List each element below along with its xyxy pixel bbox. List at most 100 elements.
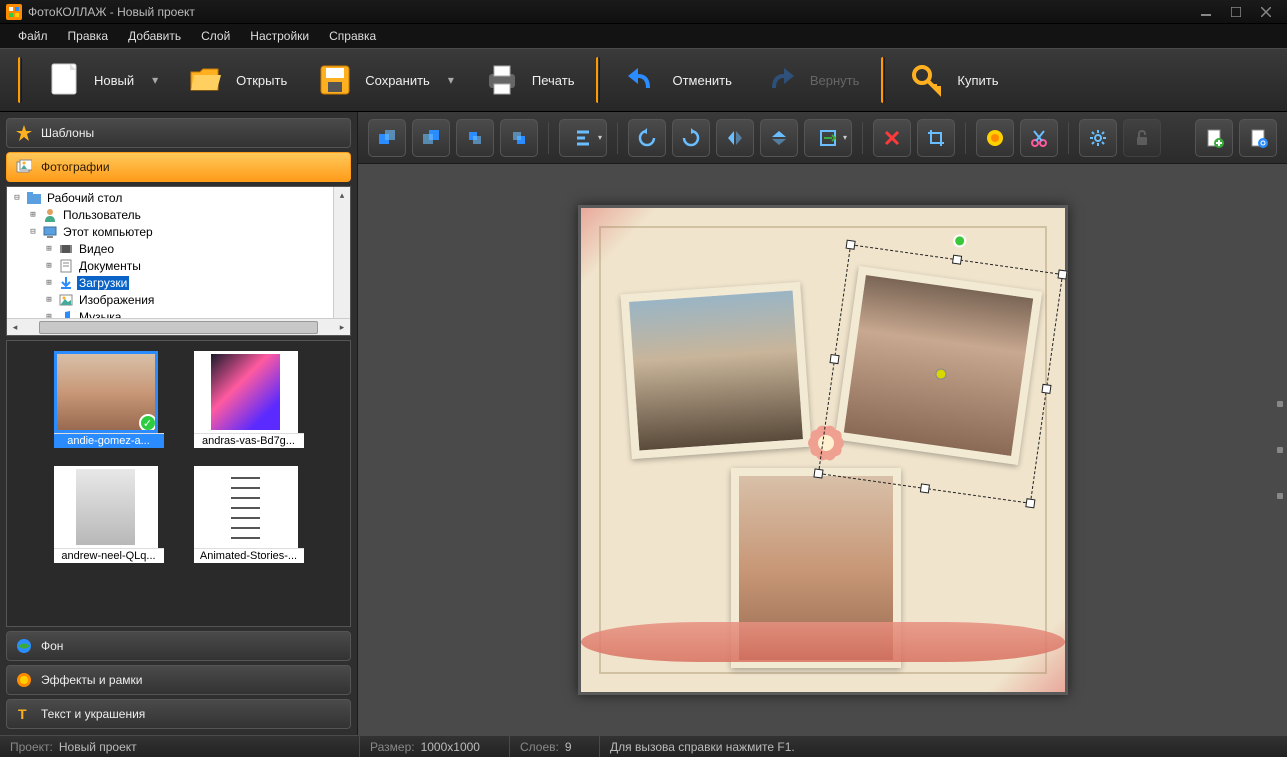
new-button[interactable]: Новый ▾ xyxy=(30,53,172,107)
tree-row-documents[interactable]: ⊞ Документы xyxy=(9,257,348,274)
tree-row-desktop[interactable]: ⊟ Рабочий стол xyxy=(9,189,348,206)
canvas-viewport[interactable] xyxy=(358,164,1287,735)
buy-button[interactable]: Купить xyxy=(893,53,1012,107)
tree-row-computer[interactable]: ⊟ Этот компьютер xyxy=(9,223,348,240)
toolbar-separator xyxy=(881,57,885,103)
right-panel-handles[interactable] xyxy=(1277,401,1283,499)
fit-button[interactable]: ▾ xyxy=(804,119,852,157)
delete-button[interactable] xyxy=(873,119,911,157)
canvas[interactable] xyxy=(578,205,1068,695)
collapse-icon[interactable]: ⊟ xyxy=(11,193,23,203)
globe-icon xyxy=(15,637,33,655)
expand-icon[interactable]: ⊞ xyxy=(43,278,55,288)
settings-button[interactable] xyxy=(1079,119,1117,157)
add-page-button[interactable] xyxy=(1195,119,1233,157)
status-layers: Слоев: 9 xyxy=(510,736,600,757)
redo-button[interactable]: Вернуть xyxy=(746,53,874,107)
maximize-button[interactable] xyxy=(1221,0,1251,23)
user-icon xyxy=(42,208,58,222)
menu-bar: Файл Правка Добавить Слой Настройки Спра… xyxy=(0,24,1287,48)
save-button[interactable]: Сохранить ▾ xyxy=(301,53,468,107)
sidebar: Шаблоны Фотографии ⊟ Рабочий стол ⊞ Поль… xyxy=(0,112,358,735)
flip-horizontal-button[interactable] xyxy=(716,119,754,157)
bring-forward-button[interactable] xyxy=(456,119,494,157)
expand-icon[interactable]: ⊞ xyxy=(43,295,55,305)
collapse-icon[interactable]: ⊟ xyxy=(27,227,39,237)
expand-icon[interactable]: ⊞ xyxy=(43,261,55,271)
toolbar-separator xyxy=(596,57,600,103)
tree-vertical-scrollbar[interactable]: ▴ xyxy=(333,187,350,318)
status-bar: Проект: Новый проект Размер: 1000x1000 С… xyxy=(0,735,1287,757)
flower-decoration xyxy=(786,403,866,483)
tree-horizontal-scrollbar[interactable]: ◂▸ xyxy=(7,318,350,335)
status-hint: Для вызова справки нажмите F1. xyxy=(600,736,1287,757)
thumbnail-image xyxy=(194,466,298,548)
lock-button[interactable] xyxy=(1123,119,1161,157)
accordion-photos[interactable]: Фотографии xyxy=(6,152,351,182)
toolbar-separator xyxy=(1068,122,1069,154)
rotate-left-button[interactable] xyxy=(628,119,666,157)
tree-row-user[interactable]: ⊞ Пользователь xyxy=(9,206,348,223)
thumbnails-panel: ✓ andie-gomez-a... andras-vas-Bd7g... an… xyxy=(6,340,351,627)
minimize-button[interactable] xyxy=(1191,0,1221,23)
canvas-toolbar: ▾ ▾ xyxy=(358,112,1287,164)
close-button[interactable] xyxy=(1251,0,1281,23)
page-settings-button[interactable] xyxy=(1239,119,1277,157)
accordion-text[interactable]: T Текст и украшения xyxy=(6,699,351,729)
thumbnail-item[interactable]: andras-vas-Bd7g... xyxy=(194,351,304,448)
window-title: ФотоКОЛЛАЖ - Новый проект xyxy=(28,5,1191,19)
thumbnail-item[interactable]: ✓ andie-gomez-a... xyxy=(54,351,164,448)
menu-help[interactable]: Справка xyxy=(319,26,386,46)
menu-file[interactable]: Файл xyxy=(8,26,58,46)
status-project: Проект: Новый проект xyxy=(0,736,360,757)
folder-tree[interactable]: ⊟ Рабочий стол ⊞ Пользователь ⊟ Этот ком… xyxy=(6,186,351,336)
cut-button[interactable] xyxy=(1020,119,1058,157)
thumbnail-item[interactable]: Animated-Stories-... xyxy=(194,466,304,563)
app-icon xyxy=(6,4,22,20)
dropdown-arrow-icon: ▾ xyxy=(448,73,454,87)
folder-open-icon xyxy=(186,60,226,100)
thumbnail-item[interactable]: andrew-neel-QLq... xyxy=(54,466,164,563)
undo-button[interactable]: Отменить xyxy=(608,53,745,107)
effects-icon xyxy=(15,671,33,689)
status-size: Размер: 1000x1000 xyxy=(360,736,510,757)
title-bar: ФотоКОЛЛАЖ - Новый проект xyxy=(0,0,1287,24)
photo-frame[interactable] xyxy=(620,281,811,458)
send-backward-button[interactable] xyxy=(500,119,538,157)
accordion-background[interactable]: Фон xyxy=(6,631,351,661)
menu-edit[interactable]: Правка xyxy=(58,26,119,46)
send-back-button[interactable] xyxy=(412,119,450,157)
rotate-right-button[interactable] xyxy=(672,119,710,157)
tree-row-images[interactable]: ⊞ Изображения xyxy=(9,291,348,308)
align-button[interactable]: ▾ xyxy=(559,119,607,157)
accordion-effects[interactable]: Эффекты и рамки xyxy=(6,665,351,695)
ribbon-decoration xyxy=(581,622,1065,662)
video-icon xyxy=(58,242,74,256)
color-button[interactable] xyxy=(976,119,1014,157)
thumbnail-image: ✓ xyxy=(54,351,158,433)
folder-icon xyxy=(26,191,42,205)
tree-row-downloads[interactable]: ⊞ Загрузки xyxy=(9,274,348,291)
expand-icon[interactable]: ⊞ xyxy=(43,244,55,254)
menu-add[interactable]: Добавить xyxy=(118,26,191,46)
expand-icon[interactable]: ⊞ xyxy=(27,210,39,220)
crop-button[interactable] xyxy=(917,119,955,157)
text-icon: T xyxy=(15,705,33,723)
main-toolbar: Новый ▾ Открыть Сохранить ▾ Печать Отмен… xyxy=(0,48,1287,112)
tree-row-video[interactable]: ⊞ Видео xyxy=(9,240,348,257)
print-button[interactable]: Печать xyxy=(468,53,589,107)
menu-layer[interactable]: Слой xyxy=(191,26,240,46)
menu-settings[interactable]: Настройки xyxy=(240,26,319,46)
image-icon xyxy=(58,293,74,307)
open-button[interactable]: Открыть xyxy=(172,53,301,107)
svg-text:T: T xyxy=(18,706,27,722)
bring-front-button[interactable] xyxy=(368,119,406,157)
toolbar-separator xyxy=(18,57,22,103)
undo-icon xyxy=(622,60,662,100)
toolbar-separator xyxy=(862,122,863,154)
flip-vertical-button[interactable] xyxy=(760,119,798,157)
accordion-templates[interactable]: Шаблоны xyxy=(6,118,351,148)
document-icon xyxy=(58,259,74,273)
main-area: Шаблоны Фотографии ⊟ Рабочий стол ⊞ Поль… xyxy=(0,112,1287,735)
toolbar-separator xyxy=(617,122,618,154)
